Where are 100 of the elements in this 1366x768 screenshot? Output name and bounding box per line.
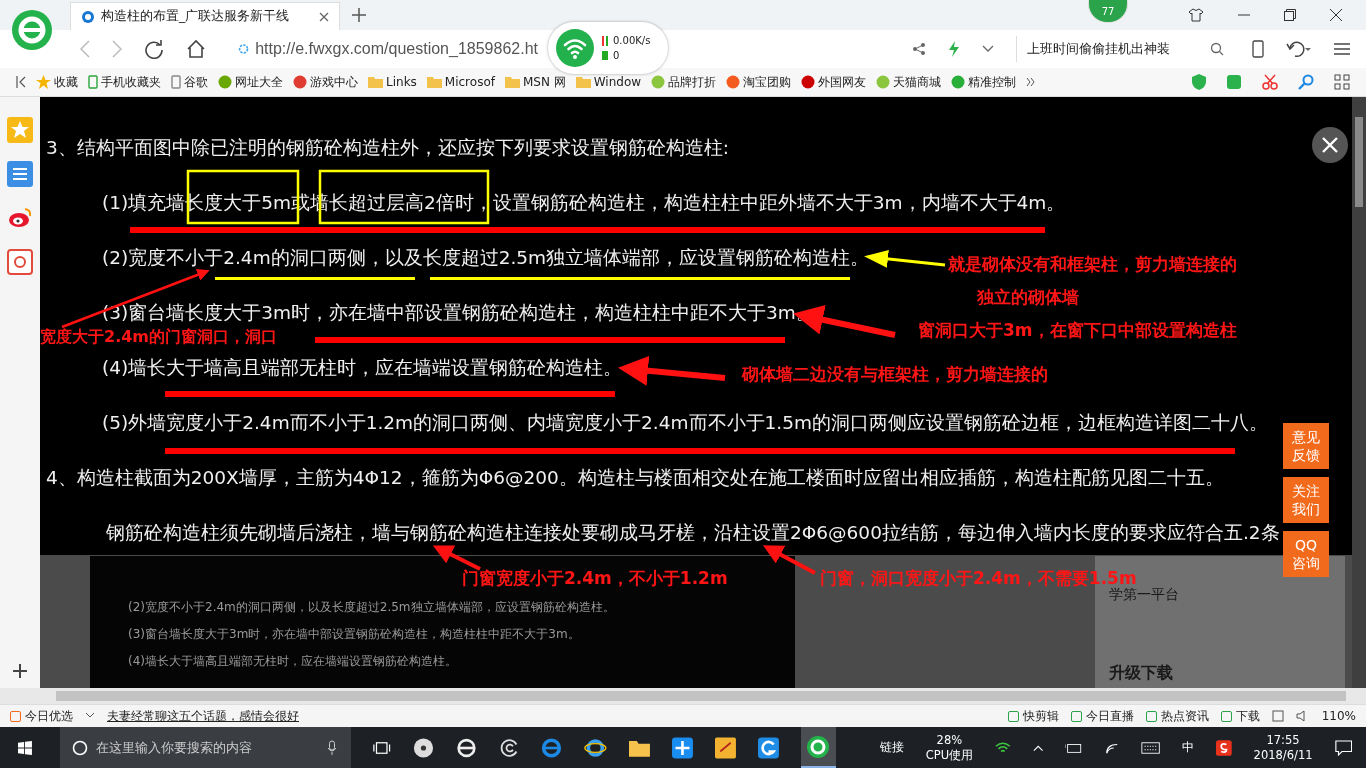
active-app-tile[interactable] bbox=[800, 727, 836, 768]
bookmark-link[interactable]: Window bbox=[575, 75, 642, 89]
site-info-icon[interactable] bbox=[238, 42, 250, 56]
cpu-percentage: 28% bbox=[936, 732, 963, 748]
bookmark-link[interactable]: 淘宝团购 bbox=[726, 73, 792, 91]
search-icon[interactable] bbox=[1298, 74, 1314, 90]
bookmark-link[interactable]: 游戏中心 bbox=[293, 73, 358, 91]
bookmark-link[interactable]: 精准控制 bbox=[951, 73, 1017, 91]
sogou-icon[interactable] bbox=[1215, 738, 1232, 757]
network-speed-toast[interactable]: 0.00K/s 0 bbox=[548, 22, 668, 74]
status-link[interactable]: 下载 bbox=[1220, 707, 1260, 725]
app-icon[interactable] bbox=[672, 735, 693, 760]
windows-start-icon[interactable] bbox=[18, 739, 32, 756]
battery-icon[interactable] bbox=[1065, 741, 1083, 754]
close-icon[interactable] bbox=[1330, 9, 1342, 21]
undo-icon[interactable] bbox=[1286, 40, 1312, 58]
chevron-up-icon[interactable] bbox=[1032, 743, 1044, 752]
mail-icon[interactable] bbox=[7, 249, 33, 275]
circle-icon bbox=[876, 75, 891, 89]
wifi-icon[interactable] bbox=[995, 740, 1011, 755]
annotation-text: 门窗，洞口宽度小于2.4m，不需要1.5m bbox=[820, 567, 1137, 588]
apps-icon[interactable] bbox=[1334, 74, 1350, 90]
fullscreen-icon[interactable] bbox=[1271, 710, 1284, 722]
phone-icon bbox=[88, 75, 98, 89]
panel-text: 学第一平台 bbox=[1109, 586, 1180, 604]
dropdown-icon[interactable] bbox=[982, 45, 994, 53]
keyboard-icon[interactable] bbox=[1140, 740, 1160, 755]
browser-tab[interactable]: 构造柱的布置_广联达服务新干线 bbox=[70, 2, 340, 30]
bookmark-link[interactable]: 手机收藏夹 bbox=[88, 73, 161, 91]
search-icon[interactable] bbox=[1210, 42, 1224, 56]
document-line: (4)墙长大于墙高且端部无柱时，应在墙端设置钢筋砼构造柱。 bbox=[101, 356, 623, 380]
document-line: 钢筋砼构造柱须先砌墙后浇柱，墙与钢筋砼构造柱连接处要砌成马牙槎，沿柱设置2Φ6@600拉结筋，每边伸入墙内长度的要求应符合五.2条 bbox=[105, 521, 1280, 545]
sidebar-toggle-icon[interactable] bbox=[16, 76, 26, 88]
clock-date[interactable]: 2018/6/11 bbox=[1253, 747, 1313, 763]
bookmark-link[interactable]: 收藏 bbox=[36, 73, 78, 91]
folder-icon bbox=[575, 76, 591, 88]
note-text: (2)宽度不小于2.4m的洞口两侧，以及长度超过2.5m独立墙体端部，应设置钢筋砼构造柱。 bbox=[128, 599, 616, 616]
bookmark-link[interactable]: Links bbox=[368, 75, 417, 89]
status-link[interactable]: 快剪辑 bbox=[1007, 707, 1059, 725]
annotation-text: 就是砌体没有和框架柱，剪力墙连接的 bbox=[948, 253, 1237, 276]
note-text: (4)墙长大于墙高且端部无柱时，应在墙端设置钢筋砼构造柱。 bbox=[128, 653, 458, 670]
bookmark-link[interactable]: Microsof bbox=[426, 75, 495, 89]
refresh-icon[interactable] bbox=[144, 39, 164, 59]
vertical-scrollbar[interactable] bbox=[1352, 97, 1366, 688]
panel-heading: 升级下载 bbox=[1109, 663, 1174, 684]
restore-icon[interactable] bbox=[1284, 9, 1296, 21]
shield-icon[interactable] bbox=[1192, 74, 1206, 90]
bookmark-link[interactable]: 外国网友 bbox=[801, 73, 867, 91]
circle-icon bbox=[726, 75, 741, 89]
close-tab-icon[interactable] bbox=[319, 11, 329, 22]
new-tab-icon[interactable] bbox=[352, 8, 366, 22]
bookmark-link[interactable]: 谷歌 bbox=[171, 73, 208, 91]
bookmark-link[interactable]: 天猫商城 bbox=[876, 73, 942, 91]
edge-icon[interactable] bbox=[541, 735, 563, 760]
document-line: (2)宽度不小于2.4m的洞口两侧，以及长度超过2.5m独立墙体端部，应设置钢筋砼构造柱。 bbox=[101, 246, 870, 270]
status-link[interactable]: 今日直播 bbox=[1070, 707, 1134, 725]
links-toolbar-label[interactable]: 链接 bbox=[879, 739, 904, 756]
microphone-icon[interactable] bbox=[327, 739, 338, 756]
close-icon bbox=[1321, 136, 1339, 154]
status-link[interactable]: 今日优选 bbox=[10, 707, 73, 725]
annotation-text: 门窗宽度小于2.4m，不小于1.2m bbox=[462, 567, 728, 590]
news-link[interactable]: 夫妻经常聊这五个话题，感情会很好 bbox=[107, 707, 299, 725]
g-app-icon[interactable] bbox=[757, 735, 779, 760]
chevron-icon[interactable] bbox=[85, 712, 95, 720]
plugin-icon[interactable] bbox=[1226, 74, 1242, 90]
status-link[interactable]: 热点资讯 bbox=[1145, 707, 1209, 725]
circle-icon bbox=[218, 75, 232, 89]
notification-icon[interactable] bbox=[1334, 738, 1352, 757]
phone-icon[interactable] bbox=[1252, 40, 1264, 58]
favicon-icon bbox=[81, 9, 95, 24]
zoom-level[interactable]: 110% bbox=[1321, 709, 1356, 723]
input-method-label[interactable]: 中 bbox=[1181, 739, 1194, 756]
browser-icon bbox=[806, 734, 831, 759]
task-view-icon[interactable] bbox=[373, 739, 391, 756]
share-icon[interactable] bbox=[912, 42, 926, 56]
bookmark-link[interactable]: MSN 网 bbox=[504, 73, 566, 91]
taskbar-search-field[interactable]: 在这里输入你要搜索的内容 bbox=[59, 727, 352, 768]
page-icon bbox=[171, 75, 181, 89]
more-icon[interactable] bbox=[1026, 77, 1037, 87]
scissors-icon[interactable] bbox=[1262, 74, 1278, 90]
document-line: 4、构造柱截面为200X墙厚，主筋为4Φ12，箍筋为Φ6@200。构造柱与楼面相交处在施工楼面时应留出相应插筋，构造柱配筋见图二十五。 bbox=[46, 466, 1224, 490]
address-field[interactable]: http://e.fwxgx.com/question_1859862.ht bbox=[238, 40, 538, 58]
notepad-icon[interactable] bbox=[714, 735, 736, 760]
skin-icon[interactable] bbox=[1188, 8, 1204, 22]
clock-time[interactable]: 17:55 bbox=[1266, 732, 1300, 748]
home-icon[interactable] bbox=[186, 39, 206, 59]
list-icon[interactable] bbox=[7, 161, 33, 187]
menu-icon[interactable] bbox=[1334, 42, 1350, 56]
document-line: 3、结构平面图中除已注明的钢筋砼构造柱外，还应按下列要求设置钢筋砼构造柱: bbox=[46, 136, 729, 160]
star-icon bbox=[36, 75, 51, 89]
horizontal-scrollbar[interactable] bbox=[0, 688, 1366, 704]
wifi-icon bbox=[556, 29, 594, 67]
lightning-icon[interactable] bbox=[948, 41, 960, 57]
bookmark-link[interactable]: 网址大全 bbox=[218, 73, 283, 91]
cpu-label: CPU使用 bbox=[925, 747, 974, 763]
circle-icon bbox=[801, 75, 816, 89]
search-field[interactable]: 上班时间偷偷挂机出神装 bbox=[1016, 36, 1230, 62]
add-icon[interactable] bbox=[13, 664, 27, 678]
bookmark-link[interactable]: 品牌打折 bbox=[651, 73, 717, 91]
circle-icon bbox=[951, 75, 966, 89]
